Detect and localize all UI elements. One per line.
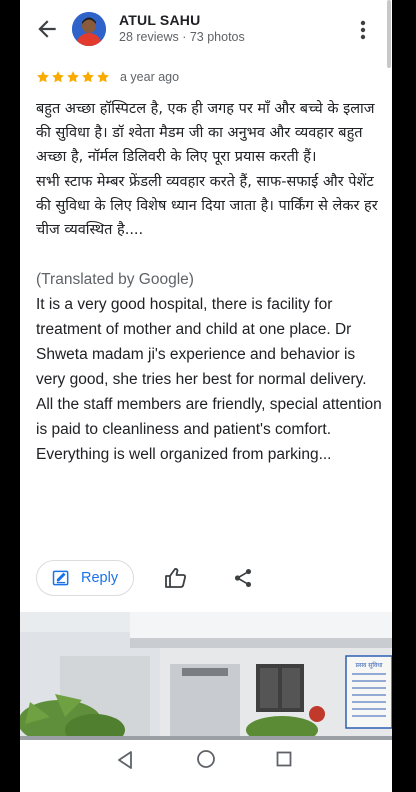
more-vert-icon[interactable] bbox=[354, 18, 372, 42]
star-icon bbox=[97, 71, 109, 83]
sign-text: प्रसव सुविधा bbox=[356, 661, 383, 669]
star-icon bbox=[67, 71, 79, 83]
reviewer-name[interactable]: ATUL SAHU bbox=[119, 12, 200, 28]
review-photo[interactable]: प्रसव सुविधा bbox=[20, 612, 392, 740]
nav-home-icon[interactable] bbox=[196, 749, 216, 769]
share-icon[interactable] bbox=[232, 567, 254, 589]
system-nav-bar bbox=[20, 740, 392, 780]
rating-row: a year ago bbox=[36, 68, 179, 86]
review-body: बहुत अच्छा हॉस्पिटल है, एक ही जगह पर माँ… bbox=[36, 97, 388, 467]
star-icon bbox=[52, 71, 64, 83]
reply-label: Reply bbox=[81, 570, 119, 586]
star-rating bbox=[36, 70, 110, 84]
screen: ATUL SAHU 28 reviews · 73 photos a year … bbox=[20, 0, 392, 792]
thumb-up-icon[interactable] bbox=[164, 566, 188, 590]
translated-label: (Translated by Google) bbox=[36, 271, 194, 289]
review-time: a year ago bbox=[120, 70, 180, 84]
edit-reply-icon bbox=[52, 570, 69, 586]
review-translated-text: It is a very good hospital, there is fac… bbox=[36, 296, 382, 464]
avatar[interactable] bbox=[72, 12, 106, 46]
star-icon bbox=[37, 71, 49, 83]
nav-recents-icon[interactable] bbox=[276, 751, 292, 767]
header: ATUL SAHU 28 reviews · 73 photos bbox=[20, 0, 392, 60]
reviewer-stats: 28 reviews · 73 photos bbox=[119, 30, 245, 44]
arrow-back-icon[interactable] bbox=[34, 16, 60, 42]
star-icon bbox=[82, 71, 94, 83]
reply-button[interactable]: Reply bbox=[36, 560, 134, 596]
review-original-text: बहुत अच्छा हॉस्पिटल है, एक ही जगह पर माँ… bbox=[36, 101, 378, 239]
review-actions: Reply bbox=[36, 560, 376, 598]
nav-back-icon[interactable] bbox=[116, 750, 134, 770]
